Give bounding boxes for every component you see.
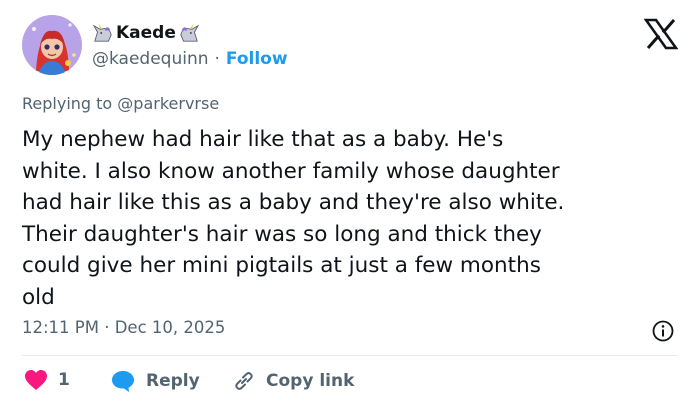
x-logo-icon[interactable] — [644, 18, 678, 50]
reply-bubble-icon — [112, 371, 134, 392]
follow-button[interactable]: Follow — [226, 49, 288, 69]
author-handle[interactable]: @kaedequinn — [92, 49, 209, 69]
unicorn-icon — [92, 23, 112, 42]
avatar[interactable] — [22, 15, 82, 75]
reply-button[interactable]: Reply — [110, 369, 200, 393]
author-display-name: Kaede — [116, 23, 176, 43]
separator-dot: · — [214, 49, 220, 69]
divider — [22, 355, 678, 356]
author-name-row[interactable]: Kaede — [92, 22, 200, 44]
author-handle-row: @kaedequinn · Follow — [92, 49, 288, 69]
link-icon — [235, 372, 253, 390]
info-icon[interactable] — [651, 319, 675, 343]
tweet-embed-card: Kaede @kaedequinn · Follow Replying to @… — [0, 0, 700, 410]
heart-icon — [25, 370, 47, 390]
copy-link-button[interactable]: Copy link — [232, 369, 354, 393]
replying-to-label[interactable]: Replying to @parkervrse — [22, 94, 219, 113]
like-count: 1 — [58, 370, 70, 390]
reply-label: Reply — [146, 371, 200, 391]
tweet-timestamp[interactable]: 12:11 PM · Dec 10, 2025 — [22, 318, 225, 337]
copy-link-label: Copy link — [266, 371, 355, 391]
unicorn-icon — [180, 23, 200, 42]
like-button[interactable]: 1 — [24, 369, 70, 391]
tweet-text: My nephew had hair like that as a baby. … — [22, 127, 565, 310]
